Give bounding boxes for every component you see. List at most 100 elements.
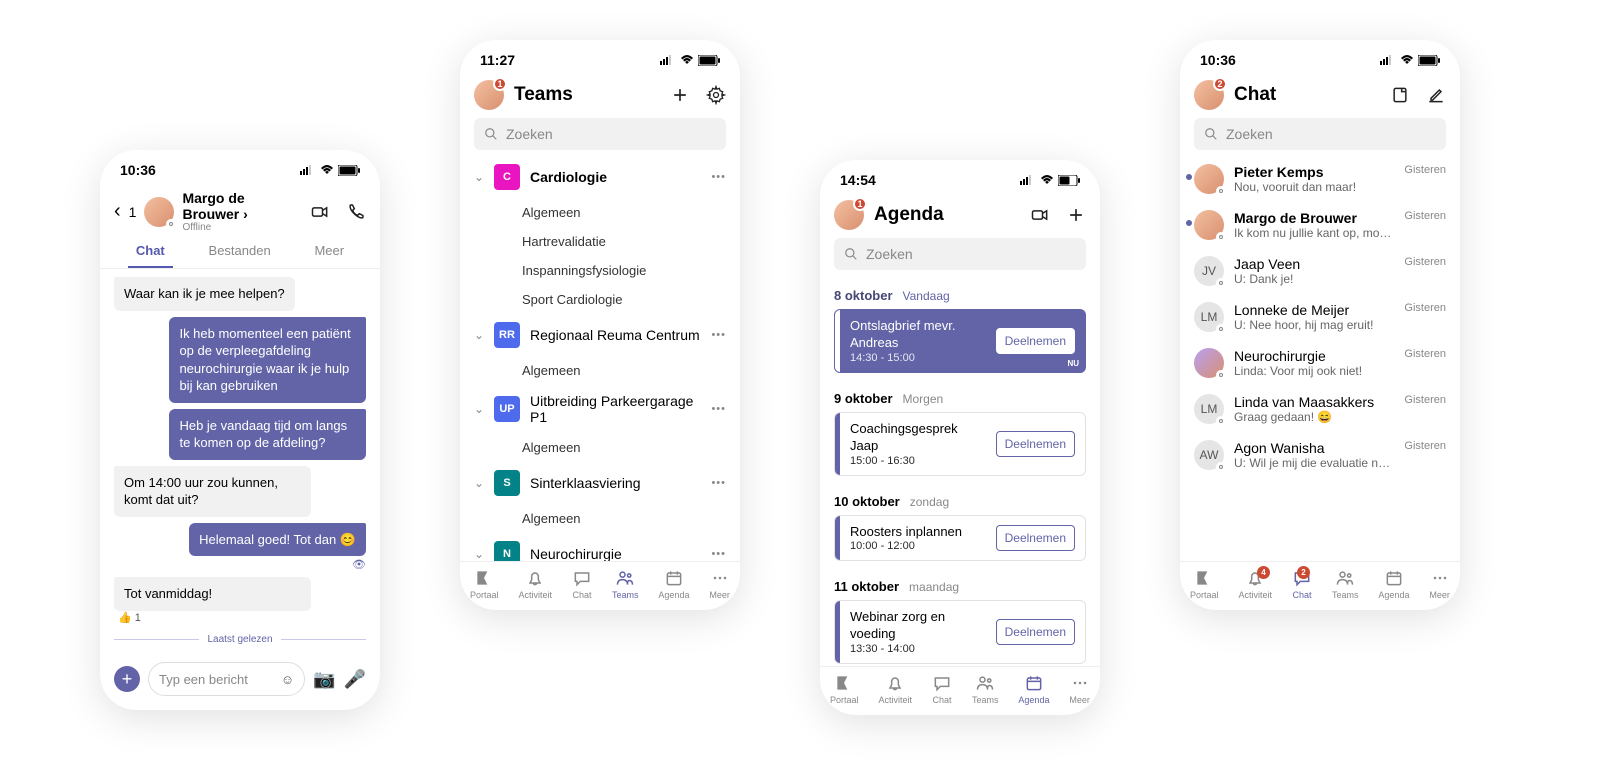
status-bar: 11:27 xyxy=(460,40,740,80)
nav-meer[interactable]: Meer xyxy=(1429,568,1450,600)
nav-meer[interactable]: Meer xyxy=(1069,673,1090,705)
settings-icon[interactable] xyxy=(706,85,726,105)
message-in[interactable]: Tot vanmiddag! xyxy=(114,577,311,611)
user-avatar[interactable]: 2 xyxy=(1194,80,1224,110)
user-avatar[interactable]: 1 xyxy=(834,200,864,230)
nav-portaal[interactable]: Portaal xyxy=(1190,568,1219,600)
mic-icon[interactable]: 🎤 xyxy=(344,669,366,690)
search-input[interactable]: Zoeken xyxy=(1194,118,1446,150)
join-button[interactable]: Deelnemen xyxy=(996,525,1075,551)
agenda-event[interactable]: Ontslagbrief mevr. Andreas14:30 - 15:00 … xyxy=(834,309,1086,373)
chat-time: Gisteren xyxy=(1404,164,1446,176)
join-button[interactable]: Deelnemen xyxy=(996,619,1075,645)
status-time: 10:36 xyxy=(1200,52,1236,68)
team-item[interactable]: ⌄ C Cardiologie ••• xyxy=(460,156,740,198)
audio-call-icon[interactable] xyxy=(346,202,366,222)
nav-chat[interactable]: Chat xyxy=(572,568,592,600)
nav-meer[interactable]: Meer xyxy=(709,568,730,600)
join-button[interactable]: Deelnemen xyxy=(996,431,1075,457)
nav-portaal[interactable]: Portaal xyxy=(470,568,499,600)
team-more-icon[interactable]: ••• xyxy=(711,171,726,183)
agenda-event[interactable]: Coachingsgesprek Jaap15:00 - 16:30 Deeln… xyxy=(834,412,1086,476)
nav-teams[interactable]: Teams xyxy=(1332,568,1359,600)
team-item[interactable]: ⌄ RR Regionaal Reuma Centrum ••• xyxy=(460,314,740,356)
chat-row[interactable]: LM Lonneke de Meijer U: Nee hoor, hij ma… xyxy=(1180,294,1460,340)
chat-row[interactable]: Pieter Kemps Nou, vooruit dan maar! Gist… xyxy=(1180,156,1460,202)
message-out[interactable]: Ik heb momenteel een patiënt op de verpl… xyxy=(169,317,366,403)
more-icon xyxy=(1070,673,1090,693)
event-time: 15:00 - 16:30 xyxy=(850,455,988,467)
contact-name[interactable]: Margo de Brouwer › xyxy=(182,190,302,222)
message-reaction[interactable]: 👍 1 xyxy=(114,611,366,624)
nav-activiteit[interactable]: Activiteit xyxy=(518,568,552,600)
team-item[interactable]: ⌄ N Neurochirurgie ••• xyxy=(460,533,740,561)
agenda-event[interactable]: Roosters inplannen10:00 - 12:00 Deelneme… xyxy=(834,515,1086,562)
channel-item[interactable]: Inspanningsfysiologie xyxy=(460,256,740,285)
channel-item[interactable]: Algemeen xyxy=(460,433,740,462)
chat-row[interactable]: Margo de Brouwer Ik kom nu jullie kant o… xyxy=(1180,202,1460,248)
join-button[interactable]: Deelnemen xyxy=(996,328,1075,354)
message-in[interactable]: Waar kan ik je mee helpen? xyxy=(114,277,295,311)
nav-portaal[interactable]: Portaal xyxy=(830,673,859,705)
meet-now-icon[interactable] xyxy=(1030,205,1050,225)
compose-add-button[interactable]: + xyxy=(114,666,140,692)
user-avatar[interactable]: 1 xyxy=(474,80,504,110)
search-input[interactable]: Zoeken xyxy=(474,118,726,150)
nav-label: Activiteit xyxy=(878,695,912,705)
chat-preview: U: Dank je! xyxy=(1234,272,1394,286)
team-more-icon[interactable]: ••• xyxy=(711,477,726,489)
team-more-icon[interactable]: ••• xyxy=(711,548,726,560)
channel-item[interactable]: Algemeen xyxy=(460,198,740,227)
compose-input[interactable]: Typ een bericht ☺ xyxy=(148,662,305,696)
tab-more[interactable]: Meer xyxy=(306,243,352,268)
nav-chat[interactable]: Chat2 xyxy=(1292,568,1312,600)
camera-icon[interactable]: 📷 xyxy=(313,669,335,690)
message-out[interactable]: Helemaal goed! Tot dan 😊 xyxy=(189,523,366,557)
add-event-icon[interactable] xyxy=(1066,205,1086,225)
nav-chat[interactable]: Chat xyxy=(932,673,952,705)
page-title: Teams xyxy=(514,84,660,106)
chat-avatar: LM xyxy=(1194,302,1224,332)
channel-item[interactable]: Algemeen xyxy=(460,356,740,385)
bell-icon xyxy=(525,568,545,588)
nav-agenda[interactable]: Agenda xyxy=(658,568,689,600)
chat-time: Gisteren xyxy=(1404,302,1446,314)
channel-item[interactable]: Algemeen xyxy=(460,504,740,533)
nav-label: Agenda xyxy=(1378,590,1409,600)
bell-icon xyxy=(885,673,905,693)
chat-row[interactable]: JV Jaap Veen U: Dank je! Gisteren xyxy=(1180,248,1460,294)
nav-activiteit[interactable]: Activiteit xyxy=(878,673,912,705)
channel-item[interactable]: Hartrevalidatie xyxy=(460,227,740,256)
agenda-event[interactable]: Webinar zorg en voeding13:30 - 14:00 Dee… xyxy=(834,600,1086,664)
tab-chat[interactable]: Chat xyxy=(128,243,173,268)
team-more-icon[interactable]: ••• xyxy=(711,403,726,415)
compose-icon[interactable] xyxy=(1426,85,1446,105)
emoji-icon[interactable]: ☺ xyxy=(281,672,294,687)
nav-agenda[interactable]: Agenda xyxy=(1018,673,1049,705)
message-in[interactable]: Om 14:00 uur zou kunnen, komt dat uit? xyxy=(114,466,311,517)
chat-row[interactable]: LM Linda van Maasakkers Graag gedaan! 😄 … xyxy=(1180,386,1460,432)
video-call-icon[interactable] xyxy=(310,202,330,222)
contact-avatar[interactable] xyxy=(144,197,174,227)
chat-row[interactable]: AW Agon Wanisha U: Wil je mij die evalua… xyxy=(1180,432,1460,478)
chat-icon xyxy=(932,673,952,693)
nav-agenda[interactable]: Agenda xyxy=(1378,568,1409,600)
nav-activiteit[interactable]: Activiteit4 xyxy=(1238,568,1272,600)
tab-files[interactable]: Bestanden xyxy=(201,243,279,268)
add-team-icon[interactable] xyxy=(670,85,690,105)
nav-teams[interactable]: Teams xyxy=(612,568,639,600)
nav-teams[interactable]: Teams xyxy=(972,673,999,705)
chat-row[interactable]: Neurochirurgie Linda: Voor mij ook niet!… xyxy=(1180,340,1460,386)
message-out[interactable]: Heb je vandaag tijd om langs te komen op… xyxy=(169,409,366,460)
team-item[interactable]: ⌄ S Sinterklaasviering ••• xyxy=(460,462,740,504)
back-button[interactable]: ‹ xyxy=(114,200,121,223)
channel-item[interactable]: Sport Cardiologie xyxy=(460,285,740,314)
filter-icon[interactable] xyxy=(1390,85,1410,105)
chat-name: Margo de Brouwer xyxy=(1234,210,1394,226)
day-label: zondag xyxy=(910,495,949,509)
unread-dot xyxy=(1186,174,1192,180)
avatar-badge: 1 xyxy=(493,77,507,91)
team-more-icon[interactable]: ••• xyxy=(711,329,726,341)
team-item[interactable]: ⌄ UP Uitbreiding Parkeergarage P1 ••• xyxy=(460,385,740,433)
search-input[interactable]: Zoeken xyxy=(834,238,1086,270)
